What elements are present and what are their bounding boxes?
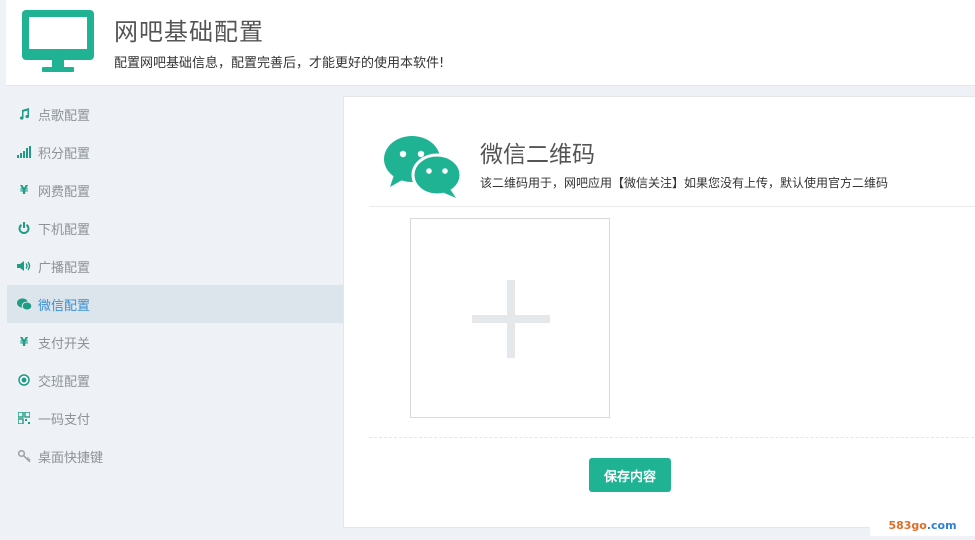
sidebar-item-shift[interactable]: 交班配置 <box>7 361 343 399</box>
sidebar-item-label: 网费配置 <box>38 184 91 200</box>
section-description: 该二维码用于，网吧应用【微信关注】如果您没有上传，默认使用官方二维码 <box>480 176 889 190</box>
page-header: 网吧基础配置 配置网吧基础信息，配置完善后，才能更好的使用本软件! <box>6 0 975 86</box>
sidebar-item-logoff[interactable]: 下机配置 <box>7 209 343 247</box>
sidebar-item-label: 广播配置 <box>38 260 91 276</box>
sidebar-item-label: 积分配置 <box>38 146 91 162</box>
sidebar-item-label: 桌面快捷键 <box>38 450 104 466</box>
sidebar: 点歌配置 积分配置 ¥ 网费配置 下机配置 广播配置 微信配置 ¥ 支付开关 交… <box>7 95 343 475</box>
sidebar-item-payment-switch[interactable]: ¥ 支付开关 <box>7 323 343 361</box>
sidebar-item-onecode-pay[interactable]: 一码支付 <box>7 399 343 437</box>
section-title: 微信二维码 <box>480 142 595 168</box>
sidebar-item-label: 一码支付 <box>38 412 91 428</box>
wechat-config-panel: 微信二维码 该二维码用于，网吧应用【微信关注】如果您没有上传，默认使用官方二维码… <box>343 96 975 528</box>
sidebar-item-broadcast[interactable]: 广播配置 <box>7 247 343 285</box>
watermark-text: 583go <box>888 518 927 532</box>
sidebar-item-song[interactable]: 点歌配置 <box>7 95 343 133</box>
power-icon <box>16 220 32 236</box>
speaker-icon <box>16 258 32 274</box>
save-button[interactable]: 保存内容 <box>589 458 671 492</box>
watermark-logo: 583go .com <box>870 514 975 536</box>
sidebar-item-label: 交班配置 <box>38 374 91 390</box>
divider <box>369 206 975 207</box>
yen-icon: ¥ <box>19 335 29 349</box>
sidebar-item-wechat[interactable]: 微信配置 <box>7 285 343 323</box>
page-title: 网吧基础配置 <box>114 18 264 46</box>
page-subtitle: 配置网吧基础信息，配置完善后，才能更好的使用本软件! <box>114 56 445 71</box>
wechat-icon <box>384 136 462 198</box>
watermark-text: .com <box>926 518 957 532</box>
sidebar-item-label: 微信配置 <box>38 298 91 314</box>
sidebar-item-label: 下机配置 <box>38 222 91 238</box>
sidebar-item-fee[interactable]: ¥ 网费配置 <box>7 171 343 209</box>
sidebar-item-label: 点歌配置 <box>38 108 91 124</box>
sidebar-item-points[interactable]: 积分配置 <box>7 133 343 171</box>
monitor-icon <box>22 10 94 72</box>
wechat-icon <box>16 296 32 312</box>
key-icon <box>16 448 32 464</box>
qrcode-icon <box>16 410 32 426</box>
qrcode-upload-box[interactable] <box>410 218 610 418</box>
sidebar-item-label: 支付开关 <box>38 336 91 352</box>
target-icon <box>16 372 32 388</box>
yen-icon: ¥ <box>19 183 29 197</box>
divider <box>369 437 975 438</box>
sidebar-item-shortcut[interactable]: 桌面快捷键 <box>7 437 343 475</box>
signal-bars-icon <box>16 144 32 160</box>
music-icon <box>16 106 32 122</box>
